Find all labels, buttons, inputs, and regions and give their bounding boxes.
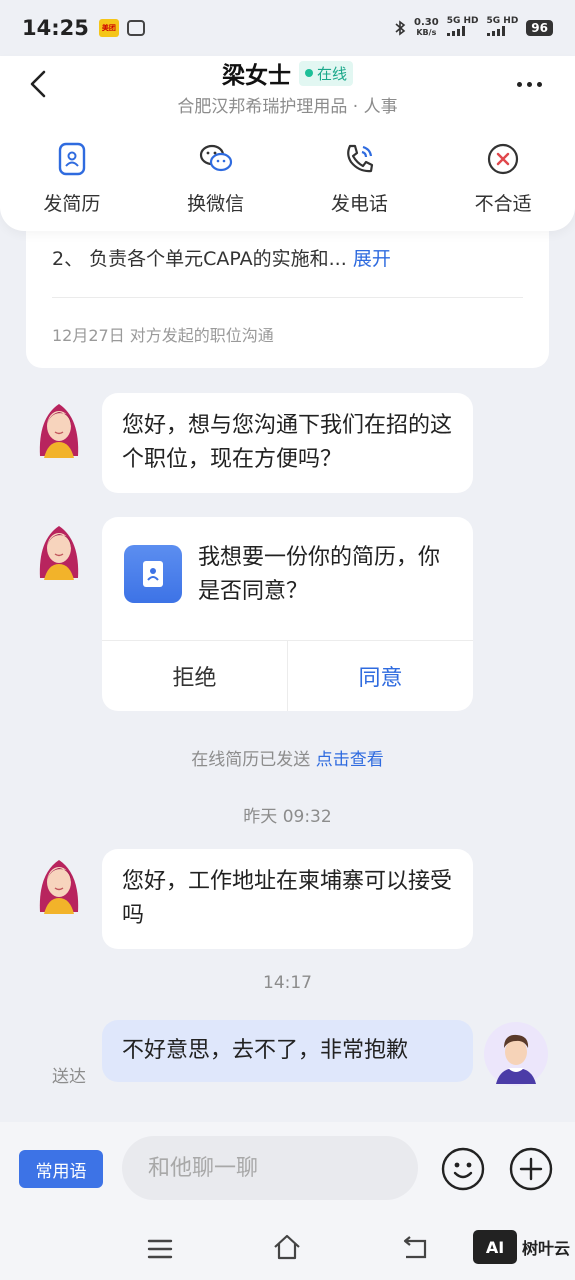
- sim1-signal: 5G HD: [446, 17, 479, 39]
- input-bar: 常用语: [0, 1122, 575, 1218]
- resume-icon: [58, 142, 86, 176]
- recruiter-avatar[interactable]: [32, 854, 86, 914]
- battery-indicator: 96: [526, 20, 553, 36]
- message-input[interactable]: [122, 1136, 418, 1200]
- online-badge: 在线: [298, 60, 353, 86]
- delivered-status: 送达: [52, 1067, 86, 1087]
- not-suitable-button[interactable]: 不合适: [431, 141, 575, 216]
- message-bubble-self: 不好意思，去不了，非常抱歉: [102, 1020, 473, 1082]
- meituan-app-icon: 美团: [98, 19, 119, 37]
- sim2-signal: 5G HD: [486, 17, 518, 39]
- watermark-logo: AI: [473, 1230, 517, 1264]
- more-options-icon[interactable]: [517, 74, 549, 94]
- status-indicators: 0.30 KB/s 5G HD 5G HD 96: [394, 17, 553, 39]
- expand-link[interactable]: 展开: [353, 248, 391, 270]
- signal-icon: [446, 26, 465, 36]
- send-resume-button[interactable]: 发简历: [0, 141, 144, 216]
- exchange-wechat-button[interactable]: 换微信: [144, 141, 288, 216]
- resume-request-text: 我想要一份你的简历，你是否同意？: [198, 545, 441, 604]
- message-bubble-recruiter: 您好，想与您沟通下我们在招的这个职位，现在方便吗？: [102, 393, 473, 493]
- common-phrases-button[interactable]: 常用语: [19, 1150, 103, 1188]
- game-app-icon: [126, 20, 145, 36]
- reject-icon: [488, 143, 519, 175]
- menu-icon[interactable]: [146, 1235, 174, 1263]
- reject-button[interactable]: 拒绝: [102, 640, 287, 711]
- call-phone-button[interactable]: 发电话: [288, 141, 432, 216]
- timestamp: 14:17: [263, 973, 312, 993]
- contact-name: 梁女士: [221, 63, 291, 89]
- job-duty-line: 2、 负责各个单元CAPA的实施和... 展开: [52, 248, 391, 270]
- resume-file-icon: [124, 545, 182, 603]
- recruiter-avatar[interactable]: [32, 398, 86, 458]
- system-nav-bar: AI 树叶云: [0, 1218, 575, 1280]
- home-icon[interactable]: [272, 1232, 302, 1262]
- net-speed: 0.30 KB/s: [414, 17, 439, 38]
- message-bubble-recruiter: 您好，工作地址在柬埔寨可以接受吗: [102, 849, 473, 949]
- wechat-icon: [199, 144, 232, 172]
- emoji-icon[interactable]: [440, 1146, 486, 1192]
- resume-request-card: 我想要一份你的简历，你是否同意？ 拒绝 同意: [102, 517, 473, 711]
- plus-icon[interactable]: [508, 1146, 554, 1192]
- status-bar: 14:25 美团 0.30 KB/s 5G HD 5G HD 96: [0, 0, 575, 56]
- accept-button[interactable]: 同意: [288, 640, 473, 711]
- phone-icon: [347, 144, 374, 173]
- user-avatar[interactable]: [484, 1022, 548, 1086]
- job-meta: 12月27日 对方发起的职位沟通: [52, 326, 274, 345]
- signal-icon: [486, 26, 505, 36]
- quick-actions: 发简历 换微信 发电话 不合适: [0, 141, 575, 216]
- recruiter-avatar[interactable]: [32, 520, 86, 580]
- divider: [52, 297, 523, 298]
- status-time: 14:25: [22, 16, 89, 40]
- back-nav-icon[interactable]: [400, 1233, 430, 1263]
- online-dot-icon: [304, 69, 313, 77]
- chat-header: 梁女士 在线 合肥汉邦希瑞护理用品 · 人事 发简历 换微信 发电话 不合适: [0, 56, 575, 231]
- watermark: AI 树叶云: [473, 1230, 570, 1264]
- resume-sent-note: 在线简历已发送 点击查看: [191, 750, 384, 770]
- view-resume-link[interactable]: 点击查看: [316, 750, 384, 770]
- bluetooth-icon: [395, 20, 406, 36]
- company-role: 合肥汉邦希瑞护理用品 · 人事: [177, 97, 398, 117]
- watermark-text: 树叶云: [522, 1239, 571, 1258]
- contact-name-row: 梁女士 在线: [0, 56, 575, 90]
- timestamp: 昨天 09:32: [243, 807, 332, 827]
